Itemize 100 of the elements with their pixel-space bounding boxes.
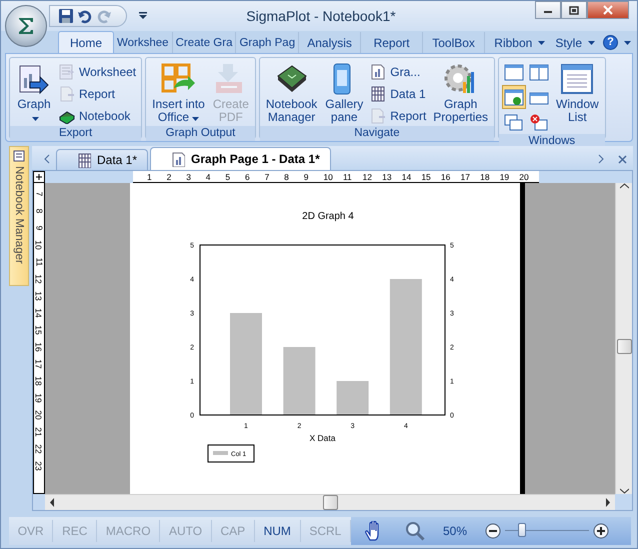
status-indicator: REC — [53, 520, 98, 542]
zoom-icon[interactable] — [405, 521, 425, 541]
plus-icon — [593, 523, 610, 539]
axis-title: X Data — [310, 433, 336, 443]
window-layout-icon — [504, 112, 524, 132]
status-indicator: NUM — [254, 520, 301, 542]
report-icon — [59, 86, 75, 102]
ruler-number: 10 — [34, 240, 44, 250]
window-title: SigmaPlot - Notebook1* — [245, 8, 397, 24]
scroll-thumb[interactable] — [616, 339, 632, 354]
zoom-in-button[interactable] — [593, 523, 610, 539]
ruler-number: 7 — [34, 191, 44, 196]
maximize-button[interactable] — [561, 1, 587, 19]
ribbon-tab[interactable]: Home — [58, 31, 114, 53]
ruler-number: 19 — [34, 392, 44, 402]
ruler-number: 11 — [342, 172, 353, 182]
ribbon-button[interactable]: Gallery pane — [322, 60, 366, 126]
ruler-number: 16 — [440, 172, 452, 182]
ruler-number: 10 — [323, 172, 334, 182]
ruler-number: 12 — [362, 172, 373, 182]
minus-icon — [485, 523, 502, 539]
right-arrow-icon[interactable] — [605, 498, 611, 507]
ribbon-button[interactable]: Insert into Office — [149, 60, 208, 126]
ruler-number: 8 — [34, 208, 44, 213]
caret-icon[interactable] — [624, 40, 631, 44]
ribbon-button[interactable]: Graph — [13, 60, 55, 126]
ruler-number: 2 — [166, 172, 172, 182]
ribbon-menu[interactable]: Ribbon — [492, 36, 548, 50]
horizontal-scrollbar[interactable] — [45, 494, 615, 510]
ruler-number: 14 — [34, 308, 44, 318]
close-icon — [618, 154, 627, 164]
side-panel-tab[interactable]: Notebook Manager — [9, 146, 29, 286]
window-list-icon — [559, 62, 596, 96]
restore-icon — [569, 6, 579, 14]
window-layout-button[interactable] — [502, 85, 526, 109]
window-layout-icon — [504, 62, 524, 82]
graph-page-icon — [171, 152, 186, 166]
ruler-number: 18 — [480, 172, 491, 182]
ruler-number: 4 — [206, 172, 212, 182]
window-layout-icon — [529, 62, 549, 82]
ruler-number: 5 — [225, 172, 232, 182]
status-indicator: AUTO — [160, 520, 212, 542]
group-label: Navigate — [260, 126, 494, 141]
app-menu-button[interactable] — [5, 5, 47, 47]
worksheet-icon — [370, 86, 386, 102]
ruler-number: 9 — [304, 172, 310, 182]
bar — [336, 381, 369, 415]
status-indicator: OVR — [9, 520, 54, 542]
ruler-number: 15 — [34, 324, 44, 334]
ruler-number: 11 — [34, 257, 44, 266]
ruler-number: 19 — [500, 172, 510, 182]
customize-dropdown-icon[interactable] — [139, 12, 147, 20]
window-layout-icon — [504, 88, 524, 106]
undo-icon[interactable] — [77, 8, 93, 24]
close-icon — [603, 5, 613, 15]
ribbon-button[interactable]: Window List — [553, 60, 602, 134]
ruler-number: 20 — [34, 410, 44, 420]
worksheet-icon — [59, 64, 75, 80]
ruler-number: 9 — [34, 225, 44, 230]
status-indicator: CAP — [212, 520, 255, 542]
window-layout-icon — [529, 112, 549, 132]
ruler-number: 21 — [34, 426, 44, 436]
close-button[interactable] — [587, 1, 629, 19]
caret-icon — [588, 40, 595, 44]
save-icon[interactable] — [58, 8, 74, 24]
slider-thumb[interactable] — [518, 523, 526, 537]
ribbon-button[interactable]: Notebook — [57, 105, 138, 126]
ribbon-button[interactable]: Data 1 — [368, 83, 428, 104]
ruler-number: 1 — [147, 172, 153, 182]
status-indicator: MACRO — [97, 520, 160, 542]
document-tab[interactable]: Data 1* — [56, 149, 148, 170]
ruler-number: 3 — [186, 172, 192, 182]
ribbon-button[interactable]: Graph Properties — [430, 60, 491, 126]
ruler-number: 12 — [34, 274, 44, 284]
scroll-thumb[interactable] — [322, 495, 338, 510]
ruler-number: 15 — [421, 172, 432, 182]
left-arrow-icon[interactable] — [49, 498, 55, 507]
ruler-number: 17 — [460, 172, 471, 182]
help-button[interactable]: ? — [603, 35, 618, 50]
notebook-icon — [13, 150, 25, 162]
vertical-scrollbar[interactable] — [615, 183, 632, 494]
ruler-number: 14 — [402, 172, 412, 182]
zoom-reading: 50% — [443, 524, 468, 538]
zoom-out-button[interactable] — [485, 523, 502, 539]
ruler-number: 13 — [34, 290, 44, 300]
chart-title: 2D Graph 4 — [302, 211, 354, 222]
ruler-number: 17 — [34, 358, 44, 368]
ribbon-button[interactable]: Gra... — [368, 61, 428, 82]
ruler-number: 23 — [34, 460, 44, 470]
ruler-number: 6 — [244, 172, 251, 182]
ribbon-button[interactable]: Notebook Manager — [262, 60, 320, 126]
ruler-number: 13 — [382, 172, 393, 182]
report-icon — [370, 108, 386, 124]
document-tab[interactable]: Graph Page 1 - Data 1* — [150, 147, 331, 170]
ruler-number: 16 — [34, 342, 44, 352]
worksheet-icon — [77, 152, 91, 168]
bar — [283, 347, 316, 415]
minimize-button[interactable] — [535, 1, 561, 19]
ribbon-menu[interactable]: Style — [553, 36, 597, 50]
ruler-number: 18 — [34, 376, 44, 386]
